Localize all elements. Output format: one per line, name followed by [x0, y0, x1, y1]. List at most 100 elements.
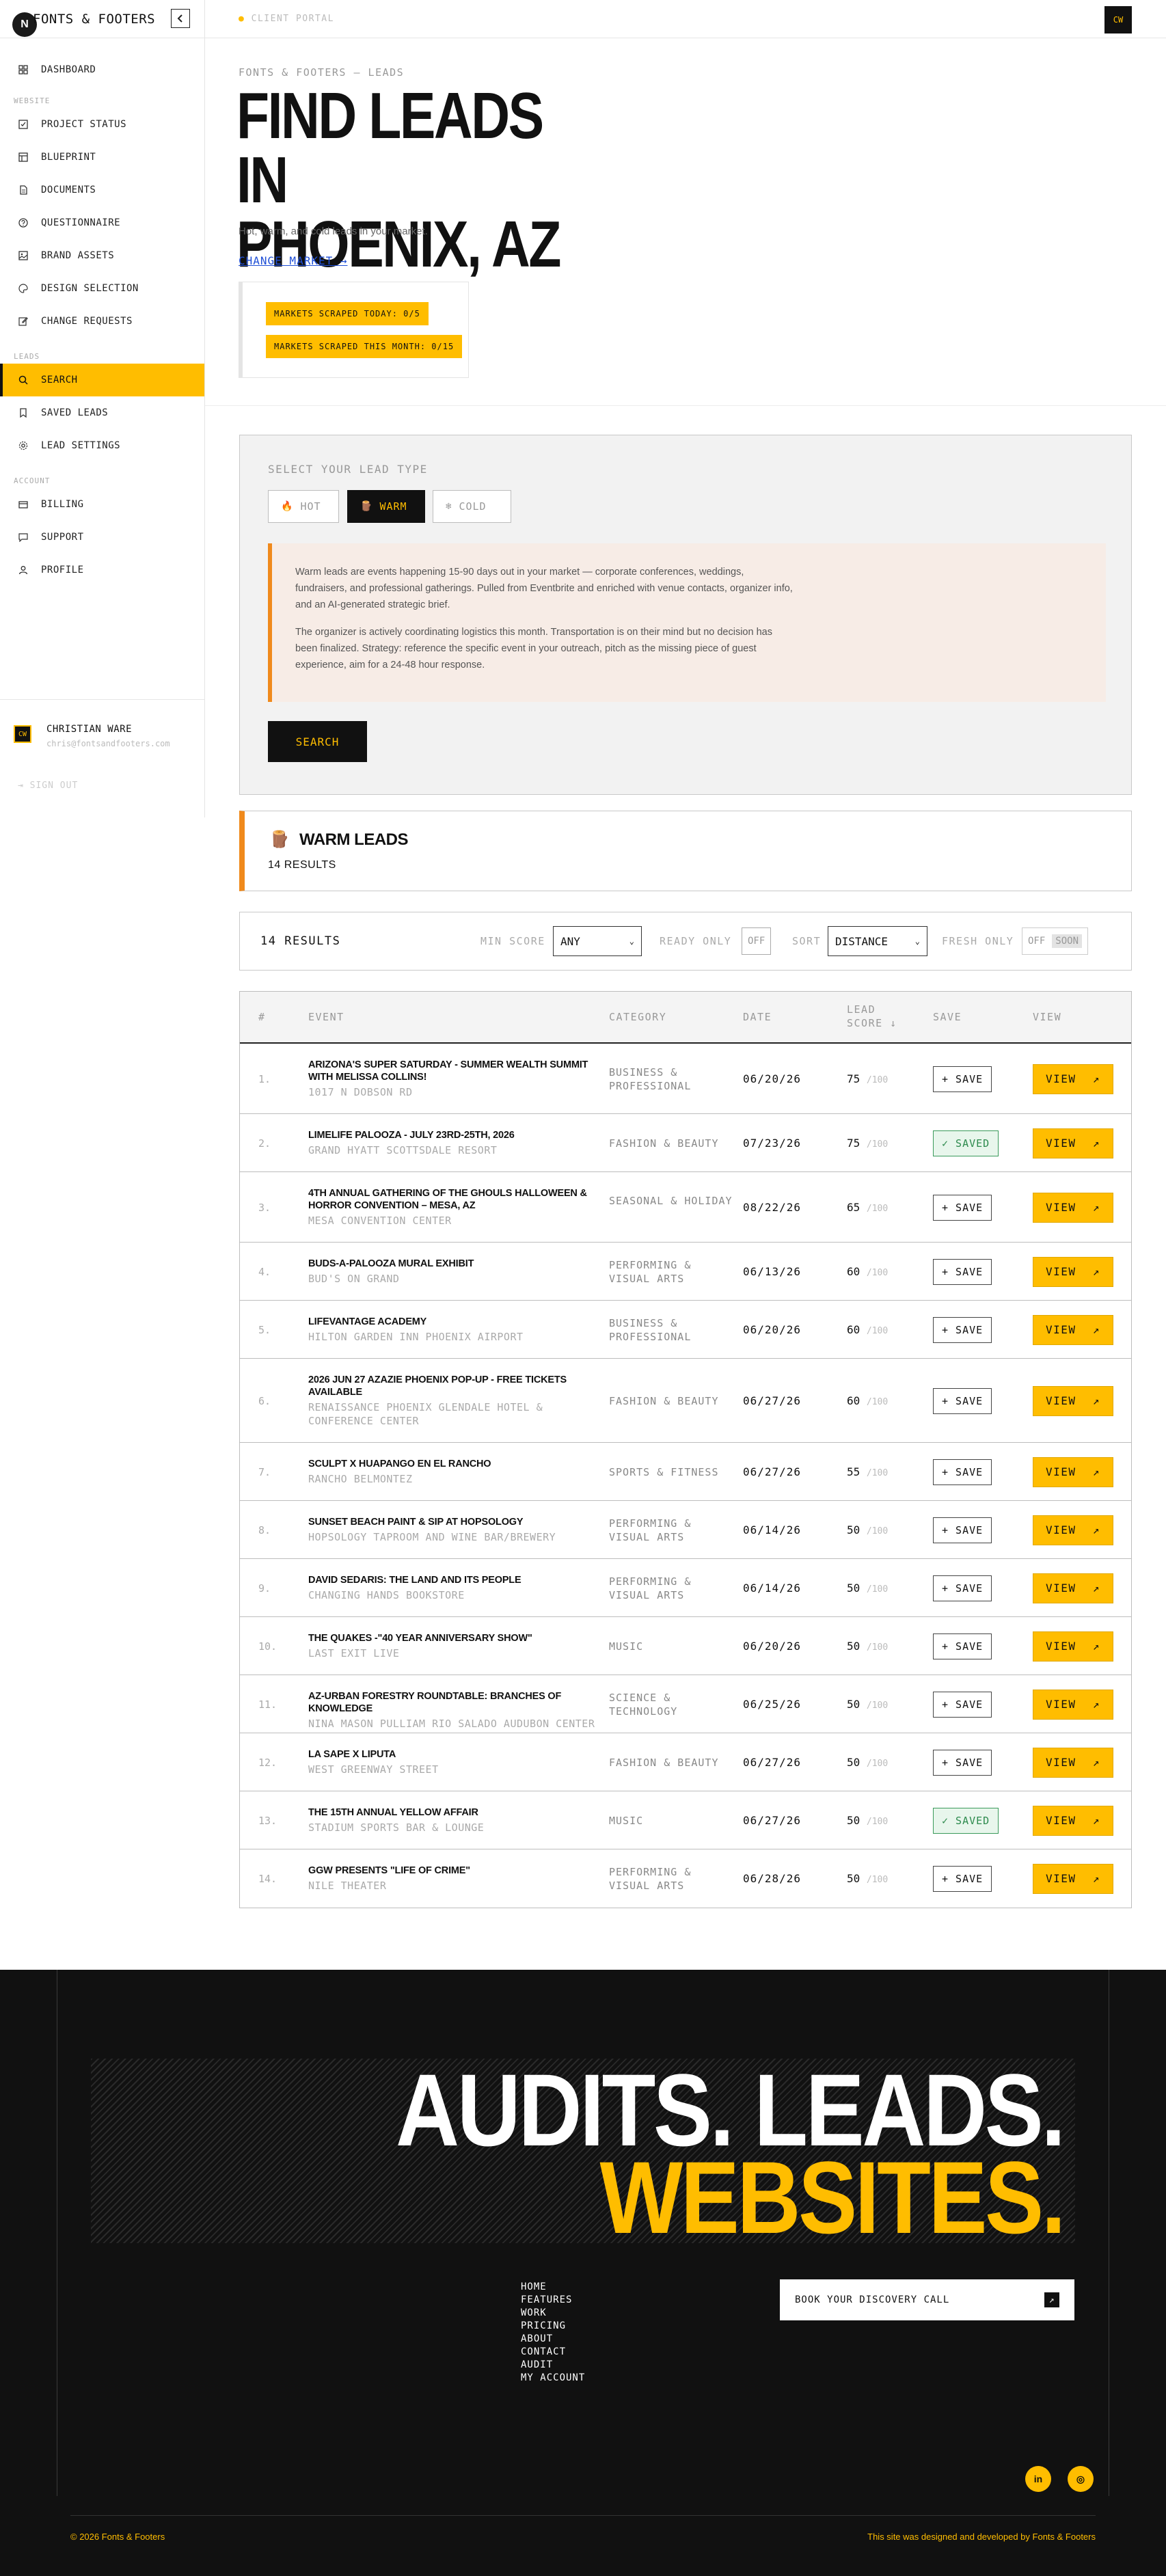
save-button[interactable]: + SAVE [933, 1066, 992, 1092]
sidebar-item-design-selection[interactable]: DESIGN SELECTION [0, 272, 204, 305]
view-button[interactable]: VIEW ↗ [1033, 1128, 1113, 1158]
save-button[interactable]: + SAVE [933, 1517, 992, 1543]
sidebar-item-support[interactable]: SUPPORT [0, 521, 204, 554]
footer-nav-features[interactable]: FEATURES [521, 2294, 585, 2307]
view-button[interactable]: VIEW ↗ [1033, 1192, 1113, 1223]
sidebar-item-project-status[interactable]: PROJECT STATUS [0, 108, 204, 141]
view-button[interactable]: VIEW ↗ [1033, 1385, 1113, 1416]
sidebar-item-billing[interactable]: BILLING [0, 488, 204, 521]
sign-out-button[interactable]: ⇥ SIGN OUT [18, 781, 78, 791]
event-date: 06/27/26 [743, 1755, 802, 1769]
sidebar-item-documents[interactable]: DOCUMENTS [0, 174, 204, 206]
view-button[interactable]: VIEW ↗ [1033, 1515, 1113, 1545]
sidebar-item-label: DASHBOARD [41, 64, 96, 75]
view-button[interactable]: VIEW ↗ [1033, 1689, 1113, 1720]
save-button[interactable]: + SAVE [933, 1387, 992, 1414]
leads-table: # EVENT CATEGORY DATE LEAD SCORE ↓ SAVE … [239, 991, 1132, 1908]
sidebar-item-questionnaire[interactable]: QUESTIONNAIRE [0, 206, 204, 239]
event-category: PERFORMING & VISUAL ARTS [609, 1865, 692, 1892]
event-title[interactable]: AZ-URBAN FORESTRY ROUNDTABLE: BRANCHES O… [308, 1690, 612, 1715]
event-cell: LA SAPE X LIPUTA WEST GREENWAY STREET [308, 1748, 612, 1776]
save-button[interactable]: + SAVE [933, 1691, 992, 1718]
col-lead-score[interactable]: LEAD SCORE ↓ [847, 1003, 908, 1030]
table-row: 11. AZ-URBAN FORESTRY ROUNDTABLE: BRANCHE… [240, 1675, 1131, 1733]
arrow-up-right-icon: ↗ [1044, 2292, 1059, 2307]
filter-results-count: 14 RESULTS [260, 934, 341, 948]
view-button[interactable]: VIEW ↗ [1033, 1631, 1113, 1662]
saved-button[interactable]: ✓ SAVED [933, 1807, 999, 1834]
footer-nav-home[interactable]: HOME [521, 2281, 585, 2294]
collapse-sidebar-button[interactable] [171, 9, 190, 28]
search-button[interactable]: SEARCH [268, 721, 367, 762]
event-category: FASHION & BEAUTY [609, 1756, 719, 1769]
sort-select[interactable]: DISTANCE ⌄ [828, 926, 927, 956]
save-button[interactable]: + SAVE [933, 1865, 992, 1892]
view-button[interactable]: VIEW ↗ [1033, 1456, 1113, 1487]
event-title[interactable]: 2026 JUN 27 AZAZIE PHOENIX POP-UP - FREE… [308, 1374, 612, 1398]
view-button[interactable]: VIEW ↗ [1033, 1747, 1113, 1778]
sidebar: N FONTS & FOOTERS DASHBOARD WEBSITE PROJEC… [0, 0, 205, 817]
help-circle-icon [18, 217, 29, 228]
save-button[interactable]: + SAVE [933, 1316, 992, 1343]
saved-button[interactable]: ✓ SAVED [933, 1130, 999, 1156]
sidebar-item-lead-settings[interactable]: LEAD SETTINGS [0, 429, 204, 462]
event-title[interactable]: THE 15TH ANNUAL YELLOW AFFAIR [308, 1806, 612, 1819]
event-title[interactable]: LA SAPE X LIPUTA [308, 1748, 612, 1761]
footer-nav-pricing[interactable]: PRICING [521, 2320, 585, 2333]
sidebar-item-saved-leads[interactable]: SAVED LEADS [0, 396, 204, 429]
view-button[interactable]: VIEW ↗ [1033, 1314, 1113, 1345]
account-avatar-button[interactable]: CW [1104, 6, 1132, 33]
lead-type-hot-button[interactable]: 🔥 HOT [268, 490, 339, 523]
sidebar-item-brand-assets[interactable]: BRAND ASSETS [0, 239, 204, 272]
save-button[interactable]: + SAVE [933, 1194, 992, 1221]
event-title[interactable]: GGW PRESENTS "LIFE OF CRIME" [308, 1865, 612, 1877]
view-button[interactable]: VIEW ↗ [1033, 1063, 1113, 1094]
save-button[interactable]: + SAVE [933, 1749, 992, 1776]
sidebar-item-profile[interactable]: PROFILE [0, 554, 204, 586]
instagram-icon[interactable]: ◎ [1068, 2466, 1094, 2492]
footer-nav-audit[interactable]: AUDIT [521, 2359, 585, 2372]
event-title[interactable]: LIMELIFE PALOOZA - JULY 23RD-25TH, 2026 [308, 1129, 612, 1141]
linkedin-icon[interactable]: in [1025, 2466, 1051, 2492]
lead-type-cold-button[interactable]: ❄ COLD [433, 490, 511, 523]
save-button[interactable]: + SAVE [933, 1258, 992, 1285]
event-cell: SUNSET BEACH PAINT & SIP AT HOPSOLOGY HOP… [308, 1516, 612, 1544]
breadcrumb: FONTS & FOOTERS — LEADS [239, 66, 405, 79]
footer-nav-work[interactable]: WORK [521, 2307, 585, 2320]
event-title[interactable]: ARIZONA'S SUPER SATURDAY - SUMMER WEALTH… [308, 1059, 612, 1083]
view-button[interactable]: VIEW ↗ [1033, 1863, 1113, 1894]
event-category: PERFORMING & VISUAL ARTS [609, 1258, 692, 1285]
footer-nav-about[interactable]: ABOUT [521, 2333, 585, 2346]
event-title[interactable]: SUNSET BEACH PAINT & SIP AT HOPSOLOGY [308, 1516, 612, 1528]
event-category: SCIENCE & TECHNOLOGY [609, 1691, 678, 1718]
sidebar-item-blueprint[interactable]: BLUEPRINT [0, 141, 204, 174]
save-button[interactable]: + SAVE [933, 1459, 992, 1485]
arrow-up-right-icon: ↗ [1092, 1582, 1100, 1595]
lead-score: 50 /100 [847, 1813, 889, 1827]
event-title[interactable]: SCULPT X HUAPANGO EN EL RANCHO [308, 1458, 612, 1470]
sidebar-item-change-requests[interactable]: CHANGE REQUESTS [0, 305, 204, 338]
change-market-link[interactable]: CHANGE MARKET → [239, 254, 348, 267]
ready-only-toggle[interactable]: OFF [742, 927, 772, 955]
min-score-select[interactable]: ANY ⌄ [553, 926, 642, 956]
event-title[interactable]: 4TH ANNUAL GATHERING OF THE GHOULS HALLO… [308, 1187, 612, 1212]
fresh-only-toggle: OFF SOON [1022, 927, 1089, 955]
footer-nav-contact[interactable]: CONTACT [521, 2346, 585, 2359]
sidebar-item-dashboard[interactable]: DASHBOARD [0, 53, 204, 86]
lead-type-warm-button[interactable]: 🪵 WARM [347, 490, 425, 523]
event-title[interactable]: LIFEVANTAGE ACADEMY [308, 1316, 612, 1328]
footer-divider [70, 2515, 1096, 2516]
view-button[interactable]: VIEW ↗ [1033, 1256, 1113, 1287]
book-discovery-call-button[interactable]: BOOK YOUR DISCOVERY CALL ↗ [780, 2279, 1074, 2320]
event-title[interactable]: THE QUAKES -"40 YEAR ANNIVERSARY SHOW" [308, 1632, 612, 1644]
footer-nav-my-account[interactable]: MY ACCOUNT [521, 2372, 585, 2385]
view-button[interactable]: VIEW ↗ [1033, 1805, 1113, 1836]
save-button[interactable]: + SAVE [933, 1575, 992, 1601]
event-title[interactable]: DAVID SEDARIS: THE LAND AND ITS PEOPLE [308, 1574, 612, 1586]
view-label: VIEW [1046, 1323, 1076, 1336]
event-title[interactable]: BUDS-A-PALOOZA MURAL EXHIBIT [308, 1258, 612, 1270]
view-button[interactable]: VIEW ↗ [1033, 1573, 1113, 1603]
sidebar-item-search[interactable]: SEARCH [0, 364, 204, 396]
grid-icon [18, 64, 29, 75]
save-button[interactable]: + SAVE [933, 1633, 992, 1659]
